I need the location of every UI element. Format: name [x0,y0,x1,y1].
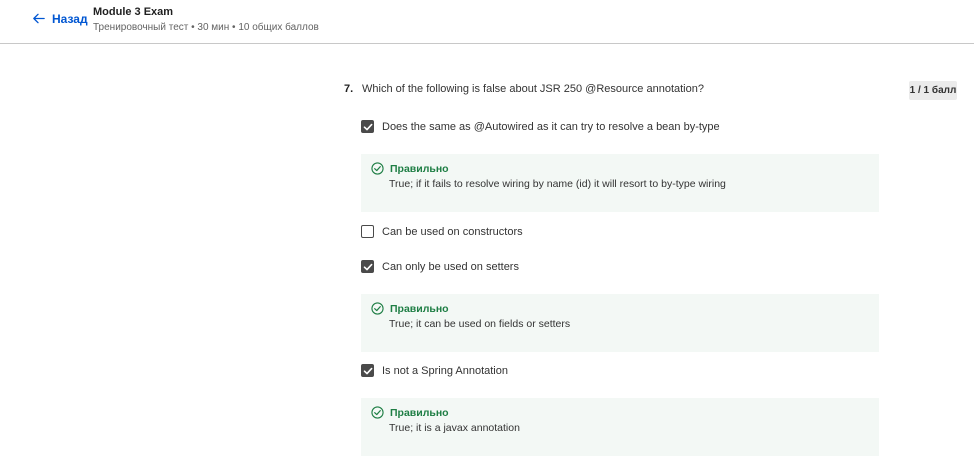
option-label: Can only be used on setters [382,260,519,273]
checkbox-checked[interactable] [361,120,374,133]
exam-title-block: Module 3 Exam Тренировочный тест • 30 ми… [93,6,319,35]
checkmark-icon [363,367,372,374]
check-circle-icon [371,302,384,315]
checkmark-icon [363,263,372,270]
feedback-title: Правильно [390,406,449,419]
question-text: Which of the following is false about JS… [362,83,704,95]
feedback-text: True; it can be used on fields or setter… [389,318,571,330]
option-4[interactable]: Is not a Spring Annotation [361,364,508,377]
check-circle-icon [371,162,384,175]
back-button[interactable]: Назад [31,11,88,26]
feedback-text: True; it is a javax annotation [389,422,520,434]
checkbox-checked[interactable] [361,260,374,273]
back-label: Назад [52,11,88,26]
feedback-box: Правильно True; if it fails to resolve w… [361,154,879,212]
option-label: Can be used on constructors [382,225,523,238]
option-3[interactable]: Can only be used on setters [361,260,519,273]
option-1[interactable]: Does the same as @Autowired as it can tr… [361,120,720,133]
feedback-box: Правильно True; it can be used on fields… [361,294,879,352]
option-label: Is not a Spring Annotation [382,364,508,377]
feedback-box: Правильно True; it is a javax annotation [361,398,879,456]
checkmark-icon [363,123,372,130]
top-header: Назад Module 3 Exam Тренировочный тест •… [0,0,974,44]
check-circle-icon [371,406,384,419]
checkbox-unchecked[interactable] [361,225,374,238]
exam-title: Module 3 Exam [93,6,174,18]
exam-subtitle: Тренировочный тест • 30 мин • 10 общих б… [93,22,319,33]
feedback-title: Правильно [390,162,449,175]
option-2[interactable]: Can be used on constructors [361,225,523,238]
option-label: Does the same as @Autowired as it can tr… [382,120,720,133]
feedback-title: Правильно [390,302,449,315]
score-badge: 1 / 1 балл [909,81,957,100]
question-number: 7. [344,83,354,95]
feedback-text: True; if it fails to resolve wiring by n… [389,178,726,190]
arrow-left-icon [33,13,45,24]
checkbox-checked[interactable] [361,364,374,377]
